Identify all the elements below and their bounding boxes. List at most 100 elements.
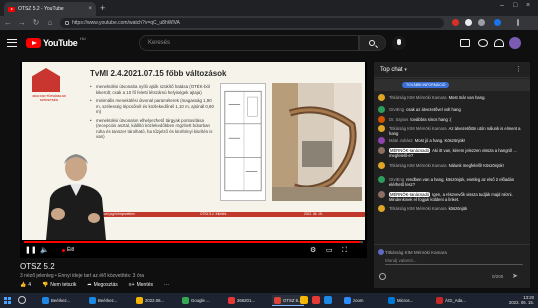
chat-header[interactable]: Top chat ▾ ⋮ [374,62,530,78]
taskbar-app[interactable]: 266201... [226,295,257,306]
avatar[interactable] [378,137,385,144]
more-actions-icon[interactable]: ··· [164,282,169,288]
url-input[interactable]: https://www.youtube.com/watch?v=qC_u8hWl… [60,18,444,28]
windows-start-icon[interactable] [4,297,11,304]
more-info-badge[interactable]: TOVÁBBI INFORMÁCIÓ [402,82,450,88]
avatar[interactable] [378,116,385,123]
taskbar-app[interactable]: OTSZ 5... [272,295,304,306]
video-title: OTSZ 5.2 [20,262,55,271]
hamburger-menu-icon[interactable] [7,39,17,47]
back-icon[interactable]: ← [4,18,12,28]
taskbar-app-label: Google ... [191,298,210,303]
window-close-icon[interactable]: × [526,2,530,9]
pinned-app-icon[interactable] [324,296,332,304]
avatar[interactable] [509,37,521,49]
extension-icon[interactable] [452,19,459,26]
settings-gear-icon[interactable]: ⚙ [310,247,316,255]
save-button[interactable]: ≡+ Mentés [129,282,153,288]
live-indicator[interactable]: Élő [62,247,74,253]
notifications-icon[interactable] [494,39,504,47]
send-icon[interactable]: ➤ [512,272,518,280]
avatar[interactable] [378,94,385,101]
chat-author[interactable]: Titkárság KIM Mérnöki Kamara [389,95,447,100]
profile-icon[interactable] [494,19,501,26]
voice-search-icon[interactable] [392,36,406,50]
new-tab-button[interactable]: + [100,3,105,13]
bookmark-icon[interactable] [478,19,485,26]
chat-author[interactable]: Titkárság KIM Mérnöki Kamara [389,163,447,168]
minimize-icon[interactable]: – [500,2,504,9]
taskbar-search-icon[interactable] [18,296,26,304]
home-icon[interactable]: ⌂ [46,18,54,28]
chat-options-icon[interactable]: ⋮ [515,65,522,73]
chat-message-input[interactable]: Mondj valamit... [385,256,523,265]
chat-author[interactable]: Titkárság KIM Mérnöki Kamara [389,206,447,211]
avatar[interactable] [378,176,385,183]
app-icon [136,297,143,304]
avatar[interactable] [378,106,385,113]
avatar[interactable] [378,162,385,169]
chat-text: csak az átvezetővel volt hang [406,106,461,112]
taskbar-app-label: zoom [353,298,364,303]
taskbar-app[interactable]: ÁGI_Ada... [434,295,468,306]
chat-mode-label[interactable]: Top chat [380,67,403,73]
slide-bullet: menekülési útvonalra nyíló ajtók szükítő… [90,84,215,95]
taskbar-app[interactable]: Beérkez... [87,295,119,306]
video-player[interactable]: MAGYAR TŰZVÉDELMI SZÖVETSÉG TvMI 2.4.202… [20,62,367,258]
theater-mode-icon[interactable]: ▭ [326,247,333,255]
chat-message-body: GIvIEng csak az átvezetővel volt hang [389,107,527,112]
chevron-down-icon[interactable]: ▾ [404,67,407,73]
taskbar-app[interactable]: Google ... [180,295,212,306]
taskbar-app[interactable]: Micros... [386,295,415,306]
taskbar-app-label: ÁGI_Ada... [445,298,467,303]
chat-text: köszönjük [448,205,468,211]
progress-bar[interactable] [24,241,363,243]
taskbar-app[interactable]: zoom [342,295,366,306]
organization-logo-icon [32,68,60,92]
search-input[interactable]: Keresés [139,35,359,51]
taskbar-app[interactable]: 2022.06... [134,295,166,306]
forward-icon[interactable]: → [18,18,26,28]
share-button[interactable]: ➦ Megosztás [87,282,117,288]
youtube-logo-icon[interactable] [26,38,41,48]
browser-menu-icon[interactable] [517,19,519,26]
organization-logo-text: MAGYAR TŰZVÉDELMI SZÖVETSÉG [32,94,66,102]
pause-icon[interactable]: ❚❚ [25,247,37,255]
share-label: Megosztás [93,282,118,288]
extension-icon[interactable] [465,19,472,26]
slide-footer-mid: OTSZ 5.2. Kiürítés [200,212,227,216]
fullscreen-icon[interactable]: ⛶ [342,247,347,255]
emoji-icon[interactable] [379,273,386,280]
progress-fill [24,241,360,243]
maximize-icon[interactable]: □ [513,2,517,9]
system-tray-clock[interactable]: 13:20 2022. 06. 15. [506,295,534,305]
save-icon: ≡+ [128,282,135,288]
avatar[interactable] [378,147,385,154]
avatar[interactable] [378,125,385,132]
volume-icon[interactable]: 🔈 [40,247,49,255]
video-meta: 3 néző jelenleg • Ennyi ideje tart az él… [20,273,145,279]
dislike-button[interactable]: 👎 Nem tetszik [42,282,76,288]
chat-author[interactable]: Dr. Sajnos [389,117,408,122]
youtube-header: YouTube HU Keresés [0,30,538,56]
tab-close-icon[interactable]: × [88,6,92,12]
reload-icon[interactable]: ↻ [32,18,40,28]
search-button[interactable] [359,35,386,51]
chat-input-area: Titkárság KIM Mérnöki Kamara Mondj valam… [374,244,530,288]
apps-icon[interactable] [478,39,488,47]
app-icon [228,297,235,304]
youtube-wordmark[interactable]: YouTube [43,38,78,48]
like-button[interactable]: 👍 4 [20,282,31,288]
taskbar-app[interactable]: Beérkez... [40,295,72,306]
chat-author[interactable]: Máté Juhász [389,138,413,143]
avatar[interactable] [378,205,385,212]
staircase-photo [272,83,362,201]
chat-text: Most jó a hang. Köszönjük! [414,137,466,143]
chat-pinned-banner: TOVÁBBI INFORMÁCIÓ [374,79,530,91]
chat-author[interactable]: GIvIEng [389,107,404,112]
browser-tab[interactable]: OTSZ 5.2 - YouTube × [4,2,96,16]
pinned-app-icon[interactable] [312,296,320,304]
avatar[interactable] [378,191,385,198]
tab-title: OTSZ 5.2 - YouTube [18,6,64,12]
create-video-icon[interactable] [460,39,470,47]
